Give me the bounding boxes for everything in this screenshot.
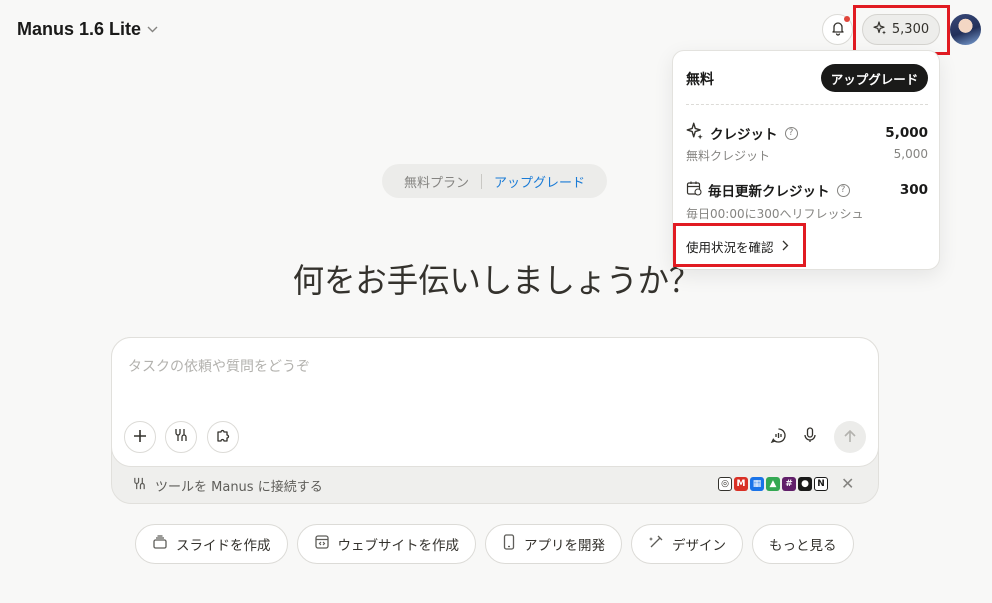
- daily-credits-note: 毎日00:00に300へリフレッシュ: [686, 205, 928, 222]
- tool-icons: ◎ M ▦ ▲ # ● N: [718, 477, 828, 491]
- credits-value: 5,000: [885, 125, 928, 141]
- chat-wave-icon: [770, 427, 787, 448]
- quick-action-slides[interactable]: スライドを作成: [135, 524, 288, 564]
- upgrade-link[interactable]: アップグレード: [494, 172, 585, 191]
- notion-icon: N: [814, 477, 828, 491]
- free-credits-label: 無料クレジット: [686, 149, 771, 163]
- slides-icon: [152, 534, 168, 554]
- mobile-icon: [502, 534, 516, 554]
- credits-label: クレジット: [710, 127, 778, 143]
- free-credits-row: 無料クレジット 5,000: [686, 147, 928, 164]
- design-icon: [648, 534, 664, 554]
- chrome-icon: ◎: [718, 477, 732, 491]
- model-selector-label: Manus 1.6 Lite: [17, 19, 142, 39]
- close-icon[interactable]: ✕: [841, 474, 854, 493]
- avatar[interactable]: [950, 14, 981, 45]
- notification-dot: [844, 16, 850, 22]
- daily-note-text: 毎日00:00に300へリフレッシュ: [686, 207, 864, 221]
- composer-container: タスクの依頼や質問をどうぞ ツールを Manus に接続する ◎ M ▦ ▲ #…: [111, 337, 879, 504]
- task-input[interactable]: タスクの依頼や質問をどうぞ: [128, 356, 310, 376]
- chevron-down-icon: [147, 24, 158, 36]
- microphone-button[interactable]: [794, 421, 826, 453]
- quick-actions: スライドを作成 ウェブサイトを作成 アプリを開発 デザイン もっと見る: [135, 524, 854, 564]
- microphone-icon: [803, 427, 817, 447]
- credits-row: クレジット ? 5,000: [686, 122, 928, 144]
- drive-icon: ▲: [766, 477, 780, 491]
- connect-tools-label: ツールを Manus に接続する: [155, 480, 323, 495]
- quick-action-label: もっと見る: [769, 538, 837, 554]
- view-usage-label: 使用状況を確認: [686, 240, 774, 255]
- quick-action-label: デザイン: [672, 538, 726, 554]
- quick-action-design[interactable]: デザイン: [631, 524, 743, 564]
- add-button[interactable]: [124, 421, 156, 453]
- daily-credits-row: 毎日更新クレジット ? 300: [686, 180, 928, 200]
- quick-action-label: スライドを作成: [176, 538, 271, 554]
- gmail-icon: M: [734, 477, 748, 491]
- puzzle-icon: [215, 427, 231, 447]
- notifications-button[interactable]: [822, 14, 853, 45]
- chevron-right-icon: [782, 239, 789, 254]
- divider: [686, 104, 928, 105]
- plus-icon: [133, 428, 147, 447]
- quick-action-more[interactable]: もっと見る: [752, 524, 854, 564]
- quick-action-app[interactable]: アプリを開発: [485, 524, 622, 564]
- plan-name: 無料: [686, 72, 714, 88]
- sparkle-icon: [686, 122, 704, 144]
- plug-icon: [173, 427, 189, 447]
- credits-dropdown: 無料 アップグレード クレジット ? 5,000 無料クレジット 5,000 毎…: [672, 50, 940, 270]
- help-icon[interactable]: ?: [836, 183, 850, 197]
- composer: タスクの依頼や質問をどうぞ: [111, 337, 879, 467]
- slack-icon: #: [782, 477, 796, 491]
- plan-label: 無料プラン: [403, 175, 469, 191]
- github-icon: ●: [798, 477, 812, 491]
- upgrade-button[interactable]: アップグレード: [821, 64, 928, 92]
- credits-button[interactable]: 5,300: [862, 14, 940, 45]
- free-credits-value: 5,000: [893, 147, 928, 161]
- connectors-button[interactable]: [165, 421, 197, 453]
- quick-action-label: アプリを開発: [524, 538, 605, 554]
- quick-action-website[interactable]: ウェブサイトを作成: [296, 524, 476, 564]
- website-icon: [314, 534, 330, 554]
- arrow-up-icon: [843, 428, 857, 447]
- quick-action-label: ウェブサイトを作成: [337, 538, 460, 554]
- help-icon[interactable]: ?: [784, 126, 798, 140]
- send-button[interactable]: [834, 421, 866, 453]
- plan-banner: 無料プラン アップグレード: [382, 164, 607, 198]
- calendar-refresh-icon: [686, 180, 702, 200]
- integrations-button[interactable]: [207, 421, 239, 453]
- daily-credits-value: 300: [899, 182, 928, 198]
- view-usage-link[interactable]: 使用状況を確認: [686, 237, 789, 256]
- bell-icon: [830, 20, 846, 40]
- connect-tools-link[interactable]: ツールを Manus に接続する: [132, 476, 323, 495]
- voice-chat-button[interactable]: [762, 421, 794, 453]
- divider: [481, 173, 482, 189]
- model-selector[interactable]: Manus 1.6 Lite: [17, 19, 158, 40]
- calendar-icon: ▦: [750, 477, 764, 491]
- sparkle-icon: [873, 20, 887, 39]
- credits-count: 5,300: [891, 22, 930, 37]
- plug-icon: [132, 476, 147, 495]
- daily-credits-label: 毎日更新クレジット: [708, 184, 830, 200]
